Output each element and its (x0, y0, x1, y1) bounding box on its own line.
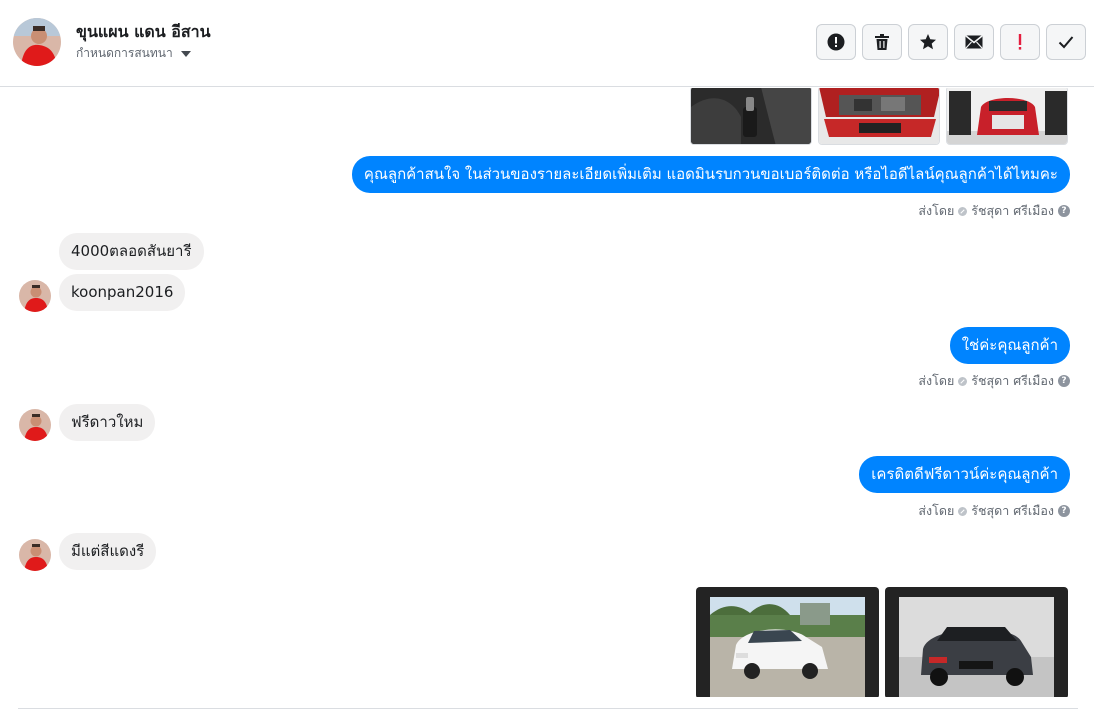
conversation-header: ขุนแผน แดน อีสาน กำหนดการสนทนา (0, 0, 1094, 87)
seen-check-icon (958, 506, 968, 516)
help-icon[interactable]: ? (1058, 205, 1070, 217)
sent-by-agent[interactable]: รัชสุดา ศรีเมือง (971, 371, 1054, 391)
seen-check-icon (958, 376, 968, 386)
contact-avatar[interactable] (13, 18, 61, 66)
sender-avatar[interactable] (19, 539, 51, 571)
exclamation-circle-icon (827, 33, 845, 51)
sent-by-agent[interactable]: รัชสุดา ศรีเมือง (971, 501, 1054, 521)
trash-icon (875, 34, 889, 50)
car-engine-photo[interactable] (818, 88, 940, 145)
composer-divider (18, 708, 1078, 709)
mark-unread-button[interactable] (954, 24, 994, 60)
conversation-settings-label: กำหนดการสนทนา (76, 46, 173, 60)
sender-avatar[interactable] (19, 280, 51, 312)
sent-by-label: ส่งโดย (918, 203, 955, 218)
contact-name[interactable]: ขุนแผน แดน อีสาน (76, 20, 211, 45)
chevron-down-icon (180, 50, 191, 57)
sent-by-agent[interactable]: รัชสุดา ศรีเมือง (971, 201, 1054, 221)
delete-button[interactable] (862, 24, 902, 60)
incoming-message[interactable]: koonpan2016 (59, 274, 186, 311)
help-icon[interactable]: ? (1058, 375, 1070, 387)
white-car-photo[interactable] (696, 587, 879, 697)
sent-by-label: ส่งโดย (918, 373, 955, 388)
incoming-message[interactable]: มีแต่สีแดงรี (59, 533, 157, 570)
mark-important-button[interactable] (1000, 24, 1040, 60)
red-exclamation-icon (1018, 34, 1022, 50)
star-icon (920, 34, 936, 50)
star-button[interactable] (908, 24, 948, 60)
outgoing-message[interactable]: ใช่ค่ะคุณลูกค้า (949, 327, 1070, 364)
message-thread[interactable]: คุณลูกค้าสนใจ ในส่วนของรายละเอียดเพิ่มเต… (0, 88, 1094, 697)
envelope-icon (965, 35, 983, 49)
car-interior-photo[interactable] (690, 88, 812, 145)
conversation-settings-dropdown[interactable]: กำหนดการสนทนา (76, 44, 191, 63)
outgoing-message[interactable]: คุณลูกค้าสนใจ ในส่วนของรายละเอียดเพิ่มเต… (351, 156, 1070, 193)
car-rear-photo[interactable] (946, 88, 1068, 145)
gray-car-photo[interactable] (885, 587, 1068, 697)
mark-done-button[interactable] (1046, 24, 1086, 60)
check-icon (1058, 36, 1074, 49)
sender-avatar[interactable] (19, 409, 51, 441)
sent-by-info: ส่งโดย รัชสุดา ศรีเมือง ? (918, 201, 1070, 221)
sent-by-info: ส่งโดย รัชสุดา ศรีเมือง ? (918, 371, 1070, 391)
spam-alert-button[interactable] (816, 24, 856, 60)
incoming-message[interactable]: ฟรีดาวใหม (59, 404, 156, 441)
outgoing-message[interactable]: เครดิตดีฟรีดาวน์ค่ะคุณลูกค้า (859, 456, 1070, 493)
sent-by-label: ส่งโดย (918, 503, 955, 518)
help-icon[interactable]: ? (1058, 505, 1070, 517)
seen-check-icon (958, 206, 968, 216)
header-actions (816, 24, 1086, 60)
sent-by-info: ส่งโดย รัชสุดา ศรีเมือง ? (918, 501, 1070, 521)
incoming-message[interactable]: 4000ตลอดสันยารี (59, 233, 204, 270)
